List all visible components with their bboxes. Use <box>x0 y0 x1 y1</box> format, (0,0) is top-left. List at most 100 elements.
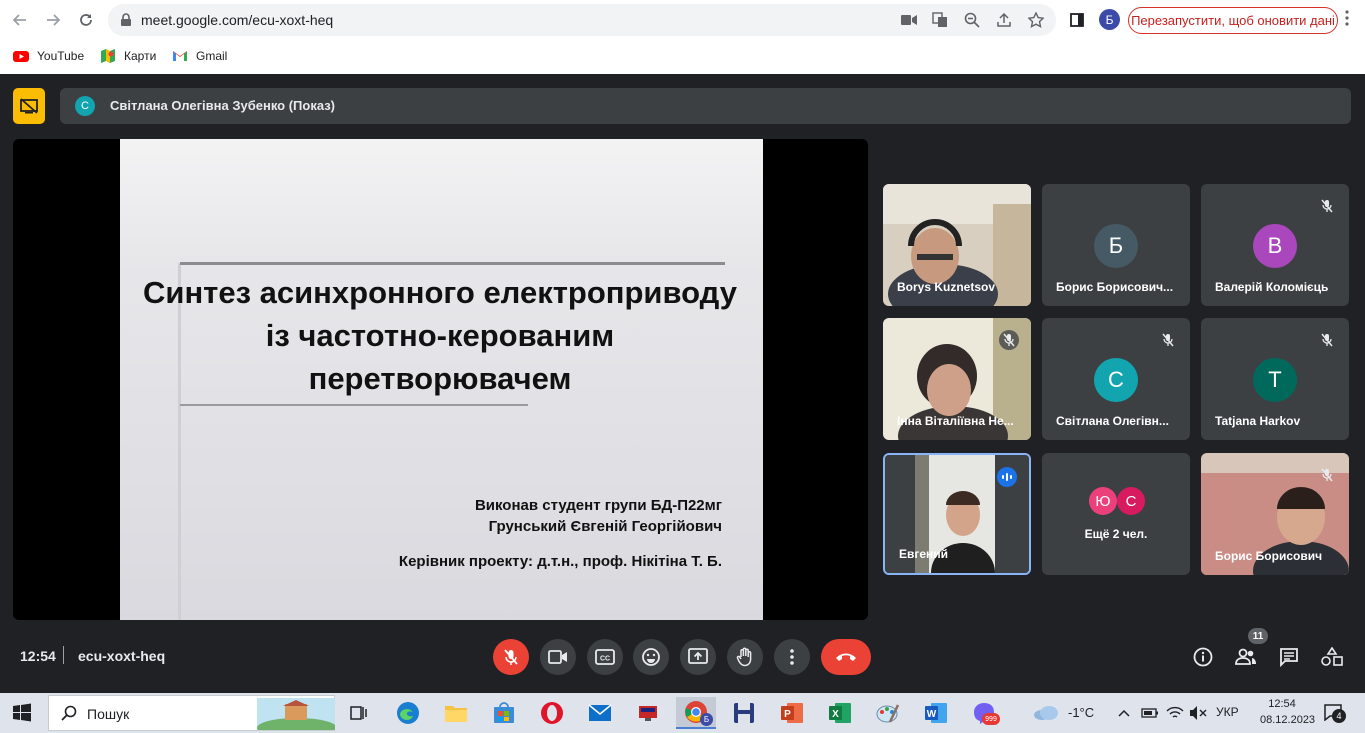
mic-toggle-button[interactable] <box>493 639 529 675</box>
participant-tile-inna[interactable]: Інна Віталіївна Не... <box>883 318 1031 440</box>
word-icon[interactable]: W <box>916 697 956 729</box>
info-icon <box>1193 647 1213 667</box>
gmail-icon <box>173 51 187 61</box>
side-panel-icon[interactable] <box>1066 9 1088 31</box>
forward-icon[interactable] <box>42 9 64 31</box>
presentation-stage[interactable]: Синтез асинхронного електроприводу із ча… <box>13 139 868 620</box>
input-language[interactable]: УКР <box>1216 705 1239 719</box>
profile-avatar[interactable]: Б <box>1099 9 1120 30</box>
chrome-icon[interactable]: Б <box>676 697 716 729</box>
participant-name: Інна Віталіївна Не... <box>897 414 1014 428</box>
search-placeholder: Пошук <box>87 706 130 722</box>
speaking-indicator-icon <box>997 467 1017 487</box>
windows-start-icon[interactable] <box>12 703 32 723</box>
emoji-icon <box>642 648 660 666</box>
bookmark-maps[interactable]: Карти <box>100 46 156 66</box>
participant-avatar: Т <box>1253 358 1297 402</box>
present-screen-button[interactable] <box>680 639 716 675</box>
relaunch-button[interactable]: Перезапустити, щоб оновити дані <box>1128 7 1338 34</box>
task-view-icon[interactable] <box>338 697 378 729</box>
viber-icon[interactable]: 999 <box>964 697 1004 729</box>
participant-avatar: В <box>1253 224 1297 268</box>
volume-muted-icon[interactable] <box>1189 705 1207 721</box>
participant-name: Borys Kuznetsov <box>897 280 996 294</box>
browser-menu-icon[interactable] <box>1345 10 1357 30</box>
leave-call-button[interactable] <box>821 639 871 675</box>
translate-icon[interactable] <box>931 11 949 29</box>
mic-off-icon <box>1158 330 1178 350</box>
participant-tile-tatjana-harkov[interactable]: Т Tatjana Harkov <box>1201 318 1349 440</box>
presentation-badge[interactable] <box>13 88 45 124</box>
captions-button[interactable]: CC <box>587 639 623 675</box>
mail-icon[interactable] <box>580 697 620 729</box>
meeting-code[interactable]: ecu-xoxt-heq <box>78 648 165 664</box>
zoom-icon[interactable] <box>963 11 981 29</box>
participant-tile-evgenii[interactable]: Евгений <box>883 453 1031 575</box>
hand-icon <box>736 647 752 667</box>
maps-icon <box>101 49 115 63</box>
battery-icon[interactable] <box>1141 706 1159 720</box>
svg-text:X: X <box>832 709 839 720</box>
screen-share-off-icon <box>20 98 38 114</box>
weather-icon[interactable] <box>1027 697 1065 729</box>
bluetooth-app-icon[interactable] <box>628 697 668 729</box>
participant-tile-boris-borisovich-1[interactable]: Б Борис Борисович... <box>1042 184 1190 306</box>
bookmark-label: YouTube <box>37 49 85 63</box>
lock-icon[interactable] <box>118 12 134 28</box>
paint-icon[interactable] <box>868 697 908 729</box>
wifi-icon[interactable] <box>1166 705 1184 721</box>
divider <box>63 646 64 664</box>
slide-divider-top <box>180 262 725 265</box>
participant-avatar: С <box>1117 487 1145 515</box>
participant-tile-boris-borisovich-2[interactable]: Борис Борисович <box>1201 453 1349 575</box>
slide-supervisor: Керівник проекту: д.т.н., проф. Нікітіна… <box>398 553 722 570</box>
participant-name: Борис Борисович... <box>1056 280 1174 294</box>
reactions-button[interactable] <box>633 639 669 675</box>
system-clock[interactable]: 12:54 08.12.2023 <box>1260 696 1316 728</box>
slide-author-line1: Виконав студент групи БД-П22мг <box>474 497 722 514</box>
chrome-profile-badge: Б <box>700 713 713 726</box>
more-options-button[interactable] <box>774 639 810 675</box>
share-icon[interactable] <box>995 11 1013 29</box>
participant-tile-borys-kuznetsov[interactable]: Borys Kuznetsov <box>883 184 1031 306</box>
bookmark-star-icon[interactable] <box>1027 11 1045 29</box>
video-camera-icon <box>548 650 567 664</box>
reload-icon[interactable] <box>75 9 97 31</box>
meeting-clock: 12:54 <box>20 648 56 664</box>
present-screen-icon <box>688 648 708 664</box>
notifications-button[interactable]: 4 <box>1324 703 1346 723</box>
people-icon <box>1235 648 1256 665</box>
opera-icon[interactable] <box>532 697 572 729</box>
edge-icon[interactable] <box>388 697 428 729</box>
activities-button[interactable] <box>1320 645 1344 669</box>
back-icon[interactable] <box>9 9 31 31</box>
file-explorer-icon[interactable] <box>436 697 476 729</box>
camera-toggle-button[interactable] <box>540 639 576 675</box>
powerpoint-icon[interactable]: P <box>772 697 812 729</box>
activities-icon <box>1321 647 1343 666</box>
chat-icon <box>1280 648 1298 667</box>
presenter-name: Світлана Олегівна Зубенко (Показ) <box>110 98 336 113</box>
system-date: 08.12.2023 <box>1260 714 1316 726</box>
participant-tile-svitlana[interactable]: С Світлана Олегівн... <box>1042 318 1190 440</box>
excel-icon[interactable]: X <box>820 697 860 729</box>
taskbar-search[interactable]: Пошук <box>48 695 335 731</box>
meeting-details-button[interactable] <box>1191 645 1215 669</box>
microsoft-store-icon[interactable] <box>484 697 524 729</box>
bookmark-label: Карти <box>124 49 157 63</box>
raise-hand-button[interactable] <box>727 639 763 675</box>
bookmark-gmail[interactable]: Gmail <box>172 46 227 66</box>
search-highlight-illustration <box>257 698 335 730</box>
camera-icon[interactable] <box>900 11 918 29</box>
chevron-up-icon[interactable] <box>1118 708 1130 718</box>
participant-name: Світлана Олегівн... <box>1056 414 1169 428</box>
chat-button[interactable] <box>1277 645 1301 669</box>
weather-temperature[interactable]: -1°C <box>1068 705 1094 720</box>
bookmark-youtube[interactable]: YouTube <box>13 46 84 66</box>
url-text[interactable]: meet.google.com/ecu-xoxt-heq <box>141 12 333 28</box>
save-app-icon[interactable] <box>724 697 764 729</box>
participant-tile-more[interactable]: Ю С Ещё 2 чел. <box>1042 453 1190 575</box>
address-bar[interactable]: meet.google.com/ecu-xoxt-heq <box>108 4 1056 36</box>
participant-tile-valerii-kolomiiets[interactable]: В Валерій Коломієць <box>1201 184 1349 306</box>
people-button[interactable] <box>1234 645 1258 669</box>
